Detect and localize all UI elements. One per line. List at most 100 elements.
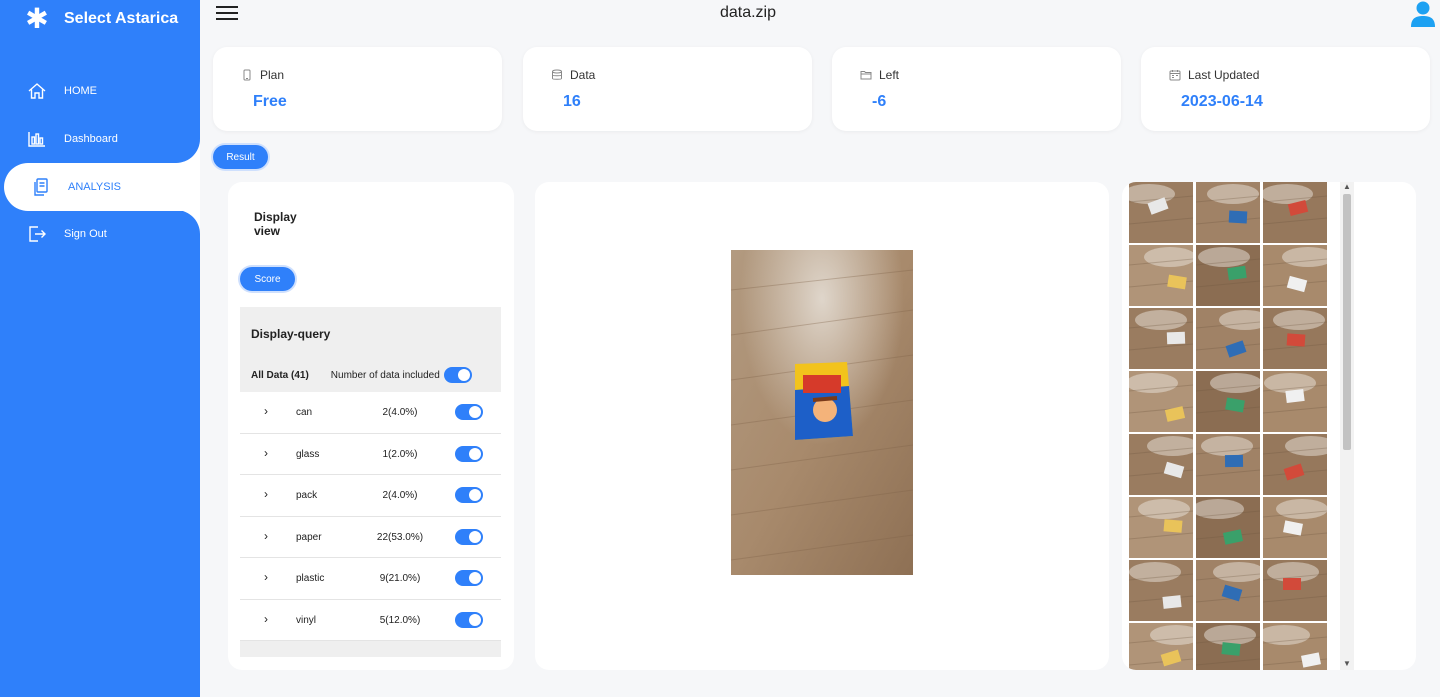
category-toggle[interactable] [455, 404, 483, 420]
thumbnail-image[interactable] [1195, 182, 1261, 243]
category-name: vinyl [296, 614, 317, 626]
stat-label: Data [570, 68, 596, 82]
nav-label: Dashboard [64, 133, 118, 145]
stat-header: Data [551, 68, 595, 82]
category-row-paper: › paper 22(53.0%) [240, 517, 501, 558]
result-button[interactable]: Result [213, 145, 268, 169]
category-name: pack [296, 490, 318, 501]
thumbnail-scrollbar[interactable]: ▲ ▼ [1340, 182, 1354, 670]
thumbnail-image[interactable] [1262, 560, 1328, 621]
chevron-right-icon[interactable]: › [264, 404, 268, 418]
thumbnail-image[interactable] [1195, 434, 1261, 495]
stat-header: Last Updated [1169, 68, 1259, 82]
thumbnail-image[interactable] [1258, 623, 1328, 670]
scroll-down-icon[interactable]: ▼ [1343, 659, 1351, 668]
thumbnail-image[interactable] [1126, 371, 1194, 432]
page-title: data.zip [719, 4, 777, 21]
category-toggle[interactable] [455, 528, 483, 545]
category-count: 9(21.0%) [379, 573, 421, 584]
scrollbar-thumb[interactable] [1343, 194, 1351, 450]
category-toggle[interactable] [455, 487, 483, 503]
thumbnail-image[interactable] [1262, 245, 1334, 306]
phone-icon [241, 69, 253, 81]
thumbnail-image[interactable] [1195, 308, 1271, 369]
thumbnail-image[interactable] [1128, 434, 1199, 495]
nav-item-analysis[interactable]: ANALYSIS [4, 163, 200, 211]
thumbnail-image[interactable] [1128, 560, 1194, 621]
home-icon [26, 80, 48, 102]
thumbnail-image[interactable] [1262, 434, 1337, 495]
thumbnail-image[interactable] [1195, 560, 1265, 621]
category-name: paper [296, 531, 322, 543]
nav-label: ANALYSIS [68, 181, 121, 193]
category-row-pack: › pack 2(4.0%) [240, 475, 501, 517]
stat-label: Last Updated [1188, 68, 1260, 82]
thumbnail-image[interactable] [1262, 497, 1328, 558]
category-count: 22(53.0%) [376, 531, 424, 543]
score-button[interactable]: Score [240, 267, 295, 291]
nav-label: Sign Out [64, 228, 107, 240]
all-data-label: All Data (41) [251, 369, 309, 381]
thumbnail-panel: ▲ ▼ [1122, 182, 1416, 670]
category-count: 2(4.0%) [382, 490, 418, 501]
stat-card-data: Data 16 [523, 47, 812, 131]
category-count: 2(4.0%) [382, 407, 418, 418]
thumbnail-image[interactable] [1261, 182, 1328, 243]
display-view-panel: Display view Score Display-query All Dat… [228, 182, 514, 670]
stat-card-left: Left -6 [832, 47, 1121, 131]
thumbnail-image[interactable] [1128, 245, 1196, 306]
category-toggle[interactable] [455, 445, 483, 462]
thumbnail-image[interactable] [1123, 182, 1194, 243]
category-toggle[interactable] [455, 611, 483, 628]
chevron-right-icon[interactable]: › [264, 570, 268, 584]
snack-bag [795, 362, 853, 440]
stat-value: 16 [563, 93, 581, 110]
document-copy-icon [30, 176, 52, 198]
display-query-title: Display-query [251, 327, 331, 341]
nav-item-sign-out[interactable]: Sign Out [0, 210, 200, 258]
category-row-plastic: › plastic 9(21.0%) [240, 558, 501, 600]
chevron-right-icon[interactable]: › [264, 529, 268, 543]
category-name: can [296, 407, 313, 418]
stat-header: Plan [241, 68, 284, 82]
sidebar: ✱ Select Astarica HOME Dashboard ANALYSI… [0, 0, 200, 697]
thumbnail-image[interactable] [1262, 308, 1328, 369]
thumbnail-image[interactable] [1128, 623, 1202, 670]
thumbnail-image[interactable] [1128, 497, 1194, 558]
user-avatar-icon[interactable] [1410, 0, 1436, 28]
chevron-right-icon[interactable]: › [264, 446, 268, 460]
nav-item-home[interactable]: HOME [0, 67, 200, 115]
thumbnail-image[interactable] [1195, 245, 1261, 306]
category-name: plastic [296, 573, 325, 584]
thumbnail-image[interactable] [1262, 371, 1328, 432]
thumbnail-image[interactable] [1195, 623, 1261, 670]
included-label: Number of data included [330, 369, 440, 381]
thumbnail-image[interactable] [1192, 497, 1261, 558]
page-title-wrap: data.zip [0, 4, 1440, 22]
thumbnail-image[interactable] [1195, 371, 1262, 432]
category-toggle[interactable] [455, 570, 483, 586]
stat-label: Plan [260, 68, 285, 82]
stat-label: Left [879, 68, 900, 82]
thumbnail-image[interactable] [1128, 308, 1194, 369]
category-name: glass [296, 448, 320, 460]
bar-chart-icon [26, 128, 48, 150]
stat-header: Left [860, 68, 899, 82]
folder-icon [860, 69, 872, 81]
category-count: 5(12.0%) [379, 614, 421, 626]
chevron-right-icon[interactable]: › [264, 612, 268, 626]
scroll-up-icon[interactable]: ▲ [1343, 182, 1351, 191]
category-row-glass: › glass 1(2.0%) [240, 434, 501, 475]
image-preview-panel [535, 182, 1109, 670]
category-row-vinyl: › vinyl 5(12.0%) [240, 600, 501, 641]
category-list: › can 2(4.0%) › glass 1(2.0%) › pack 2(4… [240, 392, 501, 641]
chevron-right-icon[interactable]: › [264, 487, 268, 501]
nav-item-dashboard[interactable]: Dashboard [0, 115, 200, 163]
category-count: 1(2.0%) [382, 448, 418, 460]
all-data-row: All Data (41) Number of data included [251, 367, 496, 383]
database-icon [551, 69, 563, 81]
stat-value: -6 [872, 93, 887, 110]
included-toggle[interactable] [443, 367, 472, 383]
stat-card-plan: Plan Free [213, 47, 502, 131]
display-query-box: Display-query All Data (41) Number of da… [240, 307, 501, 657]
